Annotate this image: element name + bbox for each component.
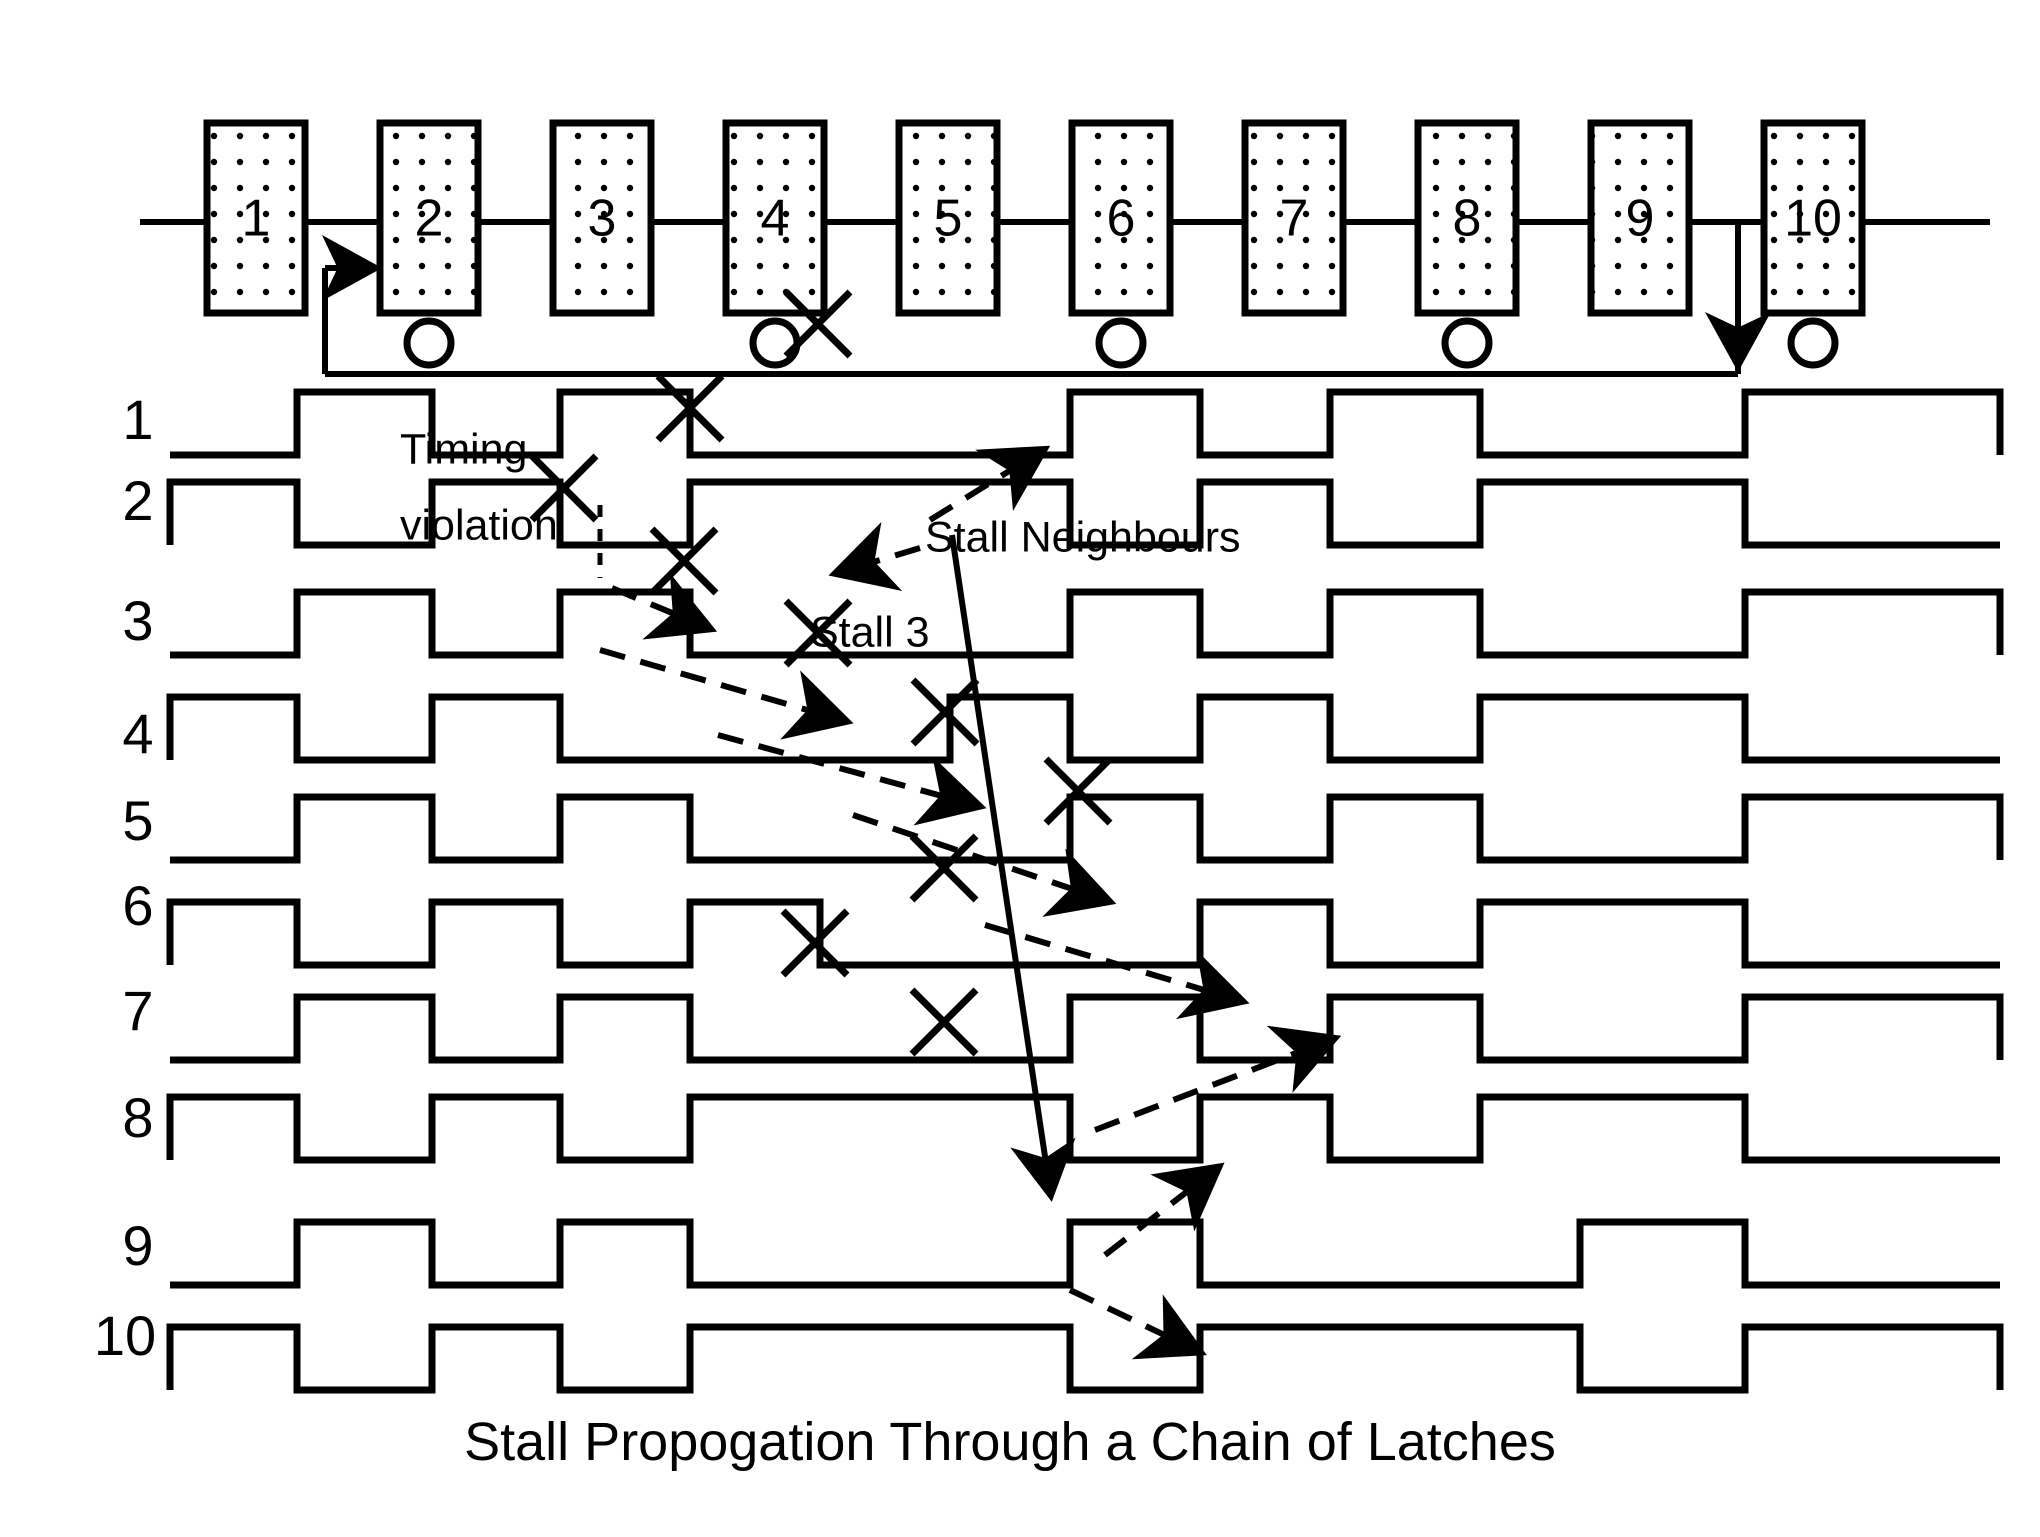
latch-chain: 1 2 3 4 5 6 7 8 9 10 <box>140 119 1990 377</box>
clock-circle-latch-8 <box>1441 317 1493 369</box>
latch-4-label: 4 <box>761 190 790 248</box>
latch-7-label: 7 <box>1280 190 1309 248</box>
latch-1-label: 1 <box>242 190 271 248</box>
latch-10-label: 10 <box>1784 190 1842 248</box>
figure-root: 1 2 3 4 5 6 7 8 9 10 1 2 3 4 5 6 7 8 9 1… <box>0 0 2040 1537</box>
annotations: Timing violation Stall 3 Stall Neighbour… <box>400 425 1241 656</box>
waveform-row-10 <box>166 1323 2004 1394</box>
waveform-row-9 <box>170 1218 2000 1289</box>
row-label-6: 6 <box>122 874 153 937</box>
clock-circle-latch-10 <box>1787 317 1839 369</box>
clock-circle-latch-6 <box>1095 317 1147 369</box>
arrow-row9-to-row10 <box>1068 1287 1207 1360</box>
arrow-row2-to-row3 <box>828 522 921 591</box>
annotation-timing-violation-line2: violation <box>400 501 558 549</box>
feedback-path <box>322 222 1771 377</box>
arrow-row3-to-row4 <box>599 647 854 740</box>
waveform-row-7 <box>170 993 2004 1064</box>
row-label-8: 8 <box>122 1086 153 1149</box>
latch-2-label: 2 <box>415 190 444 248</box>
latch-clock-circles <box>403 317 1839 369</box>
latch-10[interactable]: 10 <box>1760 119 1866 317</box>
row-label-2: 2 <box>122 469 153 532</box>
x-marker-row-7 <box>1043 756 1113 826</box>
latch-9[interactable]: 9 <box>1587 119 1693 317</box>
annotation-timing-violation-line1: Timing <box>400 425 527 473</box>
x-marker-row-6 <box>910 677 980 747</box>
latch-boxes: 1 2 3 4 5 6 7 8 9 10 <box>203 119 1866 317</box>
annotation-stall-3: Stall 3 <box>810 608 930 656</box>
arrow-row8-to-row7 <box>1093 1025 1342 1133</box>
latch-8-label: 8 <box>1453 190 1482 248</box>
stall-x-markers <box>529 289 1113 1057</box>
row-label-9: 9 <box>122 1214 153 1277</box>
latch-1[interactable]: 1 <box>203 119 309 317</box>
clock-circle-latch-4 <box>749 317 801 369</box>
latch-2[interactable]: 2 <box>376 119 482 317</box>
latch-6[interactable]: 6 <box>1068 119 1174 317</box>
x-marker-row-10 <box>909 987 979 1057</box>
waveform-row-4 <box>166 693 2000 764</box>
row-label-3: 3 <box>122 589 153 652</box>
latch-8[interactable]: 8 <box>1414 119 1520 317</box>
arrow-row2-to-row1 <box>928 445 1051 523</box>
annotation-stall-neighbours: Stall Neighbours <box>925 513 1241 561</box>
waveform-row-labels: 1 2 3 4 5 6 7 8 9 10 <box>94 388 156 1367</box>
row-label-7: 7 <box>122 979 153 1042</box>
figure-caption: Stall Propogation Through a Chain of Lat… <box>464 1412 1556 1472</box>
row-label-1: 1 <box>122 388 153 451</box>
x-marker-row-4 <box>649 526 719 596</box>
waveform-row-3 <box>170 588 2004 659</box>
row-label-4: 4 <box>122 702 153 765</box>
stall-propagation-figure: 1 2 3 4 5 6 7 8 9 10 1 2 3 4 5 6 7 8 9 1… <box>94 119 2004 1472</box>
clock-circle-latch-2 <box>403 317 455 369</box>
row-label-5: 5 <box>122 789 153 852</box>
latch-3[interactable]: 3 <box>549 119 655 317</box>
latch-9-label: 9 <box>1626 190 1655 248</box>
latch-3-label: 3 <box>588 190 617 248</box>
waveform-row-8 <box>166 1093 2000 1164</box>
arrow-row4-to-row5 <box>717 732 987 826</box>
latch-4[interactable]: 4 <box>722 119 828 317</box>
row-label-10: 10 <box>94 1304 156 1367</box>
latch-7[interactable]: 7 <box>1241 119 1347 317</box>
latch-6-label: 6 <box>1107 190 1136 248</box>
waveform-row-5 <box>170 793 2004 864</box>
latch-5-label: 5 <box>934 190 963 248</box>
x-marker-row-9 <box>780 908 850 978</box>
latch-5[interactable]: 5 <box>895 119 1001 317</box>
